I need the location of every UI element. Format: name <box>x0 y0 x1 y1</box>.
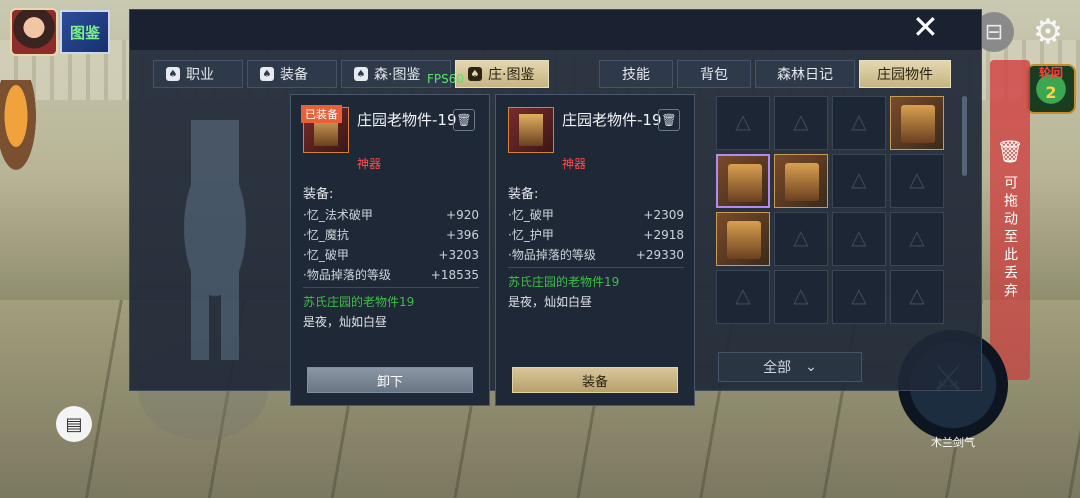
trash-icon: 🗑 <box>456 113 472 127</box>
companion-character <box>0 80 36 170</box>
tab-zhuangyuan-wujian[interactable]: 庄园物件 <box>859 60 951 88</box>
inventory-slot[interactable] <box>890 154 944 208</box>
inventory-slot[interactable] <box>716 96 770 150</box>
inventory-slot[interactable] <box>832 212 886 266</box>
item-rarity: 神器 <box>562 157 587 171</box>
tooltip-compare-item: 庄园老物件-19 神器 🗑 装备: ·忆_破甲 +2309 ·忆_护甲 +2918 … <box>495 94 695 406</box>
item-art <box>901 105 935 143</box>
grid-scrollbar[interactable] <box>962 96 967 176</box>
left-tabbar: ♠ 职业 ♠ 装备 ♠ 森·图鉴 ♠ 庄·图鉴 <box>153 60 549 88</box>
chevron-down-icon: ⌄ <box>805 359 817 375</box>
tujian-button[interactable]: 图鉴 <box>60 10 110 54</box>
stats-list: ·忆_法术破甲 +920 ·忆_魔抗 +396 ·忆_破甲 +3203 ·物品掉落的等… <box>303 205 479 285</box>
settings-button[interactable]: ⚙ <box>1028 12 1068 52</box>
fps-counter: FPS60 <box>427 72 465 86</box>
inventory-slot[interactable] <box>774 96 828 150</box>
inventory-slot[interactable] <box>890 96 944 150</box>
chat-icon: ▤ <box>65 413 83 435</box>
tooltip-equipped-item: 已装备 庄园老物件-19 神器 🗑 装备: ·忆_法术破甲 +920 ·忆_魔抗 +… <box>290 94 490 406</box>
helmet-icon: ♠ <box>260 67 274 81</box>
item-art <box>785 163 819 201</box>
tab-senlin-riji[interactable]: 森林日记 <box>755 60 855 88</box>
stat-row: ·物品掉落的等级 +18535 <box>303 268 479 282</box>
stat-row: ·忆_魔抗 +396 <box>303 228 479 242</box>
inventory-slot[interactable] <box>716 270 770 324</box>
stat-row: ·忆_破甲 +3203 <box>303 248 479 262</box>
inventory-slot[interactable] <box>890 212 944 266</box>
equip-button[interactable]: 装备 <box>512 367 678 393</box>
delete-button[interactable]: 🗑 <box>453 109 475 131</box>
inventory-slot[interactable] <box>774 154 828 208</box>
lunhui-count: 2 <box>1045 83 1057 102</box>
inventory-slot[interactable] <box>890 270 944 324</box>
item-thumbnail <box>508 107 554 153</box>
save-icon: ⊟ <box>984 19 1004 45</box>
set-name: 苏氏庄园的老物件19 <box>508 275 620 289</box>
trash-icon: 🗑 <box>661 113 677 127</box>
equipped-badge: 已装备 <box>301 105 342 123</box>
trash-icon: 🗑 <box>996 140 1024 165</box>
panel-header <box>130 10 981 50</box>
inventory-slot[interactable] <box>774 270 828 324</box>
stat-row: ·忆_法术破甲 +920 <box>303 208 479 222</box>
helmet-icon: ♠ <box>354 67 368 81</box>
divider <box>303 287 479 288</box>
item-art <box>728 164 762 202</box>
inventory-slot[interactable] <box>774 212 828 266</box>
helmet-icon: ♠ <box>166 67 180 81</box>
lunhui-button[interactable]: 轮回 2 <box>1026 64 1076 114</box>
tab-jineng[interactable]: 技能 <box>599 60 673 88</box>
item-name: 庄园老物件-19 <box>357 111 457 129</box>
close-icon[interactable]: ✕ <box>912 11 939 43</box>
flavor-text: 是夜，灿如白昼 <box>303 315 388 329</box>
chat-button[interactable]: ▤ <box>56 406 92 442</box>
stats-heading: 装备: <box>508 187 539 202</box>
inventory-slot[interactable] <box>716 154 770 208</box>
right-tabbar: 技能 背包 森林日记 庄园物件 <box>599 60 951 88</box>
helmet-icon: ♠ <box>468 67 482 81</box>
inventory-slot[interactable] <box>832 154 886 208</box>
inventory-slot[interactable] <box>832 96 886 150</box>
item-art <box>727 221 761 259</box>
item-name: 庄园老物件-19 <box>562 111 662 129</box>
divider <box>508 267 684 268</box>
discard-hint: 可拖动至此丢弃 <box>1002 175 1018 301</box>
filter-dropdown[interactable]: 全部 ⌄ <box>718 352 862 382</box>
tab-zhuangbei[interactable]: ♠ 装备 <box>247 60 337 88</box>
item-art <box>519 114 543 146</box>
lunhui-label: 轮回 <box>1038 66 1063 80</box>
stat-row: ·忆_护甲 +2918 <box>508 228 684 242</box>
delete-button[interactable]: 🗑 <box>658 109 680 131</box>
player-avatar[interactable] <box>10 8 58 56</box>
skill-label: 木兰剑气 <box>931 436 975 449</box>
stat-row: ·物品掉落的等级 +29330 <box>508 248 684 262</box>
gear-icon: ⚙ <box>1032 12 1064 52</box>
character-silhouette <box>155 120 275 360</box>
inventory-slot[interactable] <box>716 212 770 266</box>
item-rarity: 神器 <box>357 157 382 171</box>
flavor-text: 是夜，灿如白昼 <box>508 295 593 309</box>
inventory-slot[interactable] <box>832 270 886 324</box>
tab-zhiye[interactable]: ♠ 职业 <box>153 60 243 88</box>
filter-label: 全部 <box>763 360 792 376</box>
stat-row: ·忆_破甲 +2309 <box>508 208 684 222</box>
stats-heading: 装备: <box>303 187 334 202</box>
stats-list: ·忆_破甲 +2309 ·忆_护甲 +2918 ·物品掉落的等级 +29330 <box>508 205 684 265</box>
tab-beibao[interactable]: 背包 <box>677 60 751 88</box>
tab-zhuang-tujian[interactable]: ♠ 庄·图鉴 <box>455 60 549 88</box>
set-name: 苏氏庄园的老物件19 <box>303 295 415 309</box>
unequip-button[interactable]: 卸下 <box>307 367 473 393</box>
discard-drop-zone[interactable]: 🗑 可拖动至此丢弃 <box>990 60 1030 380</box>
